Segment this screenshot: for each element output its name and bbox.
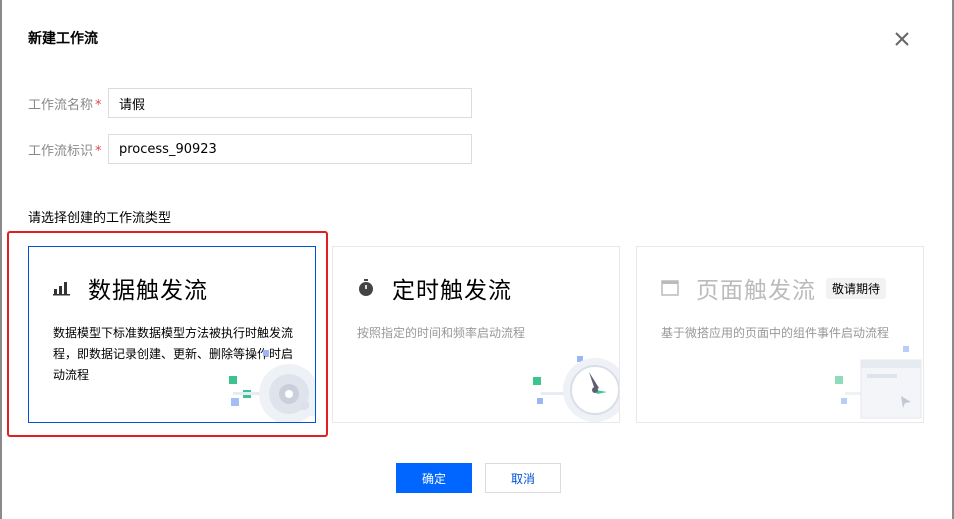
section-title: 请选择创建的工作流类型: [28, 211, 172, 226]
data-trigger-illustration: [229, 350, 315, 422]
card-header: 定时触发流: [357, 273, 512, 304]
form-row-identifier: 工作流标识 *: [28, 134, 472, 164]
name-label: 工作流名称 *: [28, 94, 108, 113]
card-description: 基于微搭应用的页面中的组件事件启动流程: [661, 326, 890, 340]
card-title: 定时触发流: [392, 278, 512, 304]
card-data-trigger[interactable]: 数据触发流 数据模型下标准数据模型方法被执行时触发流程，即数据记录创建、更新、删…: [28, 246, 316, 423]
stopwatch-icon: [357, 279, 375, 297]
workflow-identifier-input[interactable]: [108, 134, 472, 164]
coming-soon-badge: 敬请期待: [826, 277, 887, 299]
card-header: 页面触发流 敬请期待: [661, 273, 887, 304]
workflow-name-input[interactable]: [108, 88, 472, 118]
form-row-name: 工作流名称 *: [28, 88, 472, 118]
dialog-title: 新建工作流: [28, 31, 98, 47]
card-timer-trigger[interactable]: 定时触发流 按照指定的时间和频率启动流程: [332, 246, 620, 423]
card-title: 页面触发流: [696, 278, 816, 304]
card-title: 数据触发流: [88, 278, 208, 304]
timer-trigger-illustration: [533, 356, 619, 422]
close-icon: [895, 32, 909, 46]
card-page-trigger: 页面触发流 敬请期待 基于微搭应用的页面中的组件事件启动流程: [636, 246, 924, 423]
window-icon: [661, 279, 679, 297]
card-header: 数据触发流: [53, 273, 208, 304]
required-mark: *: [95, 97, 102, 113]
required-mark: *: [95, 143, 102, 159]
bar-chart-icon: [53, 279, 71, 297]
card-description: 按照指定的时间和频率启动流程: [357, 326, 526, 340]
name-label-text: 工作流名称: [28, 97, 94, 113]
page-trigger-illustration: [835, 346, 922, 419]
identifier-label: 工作流标识 *: [28, 140, 108, 159]
close-button[interactable]: [891, 28, 913, 50]
confirm-button[interactable]: 确定: [396, 463, 472, 493]
identifier-label-text: 工作流标识: [28, 143, 94, 159]
cancel-button[interactable]: 取消: [485, 463, 561, 493]
window-frame-left: [0, 0, 2, 519]
